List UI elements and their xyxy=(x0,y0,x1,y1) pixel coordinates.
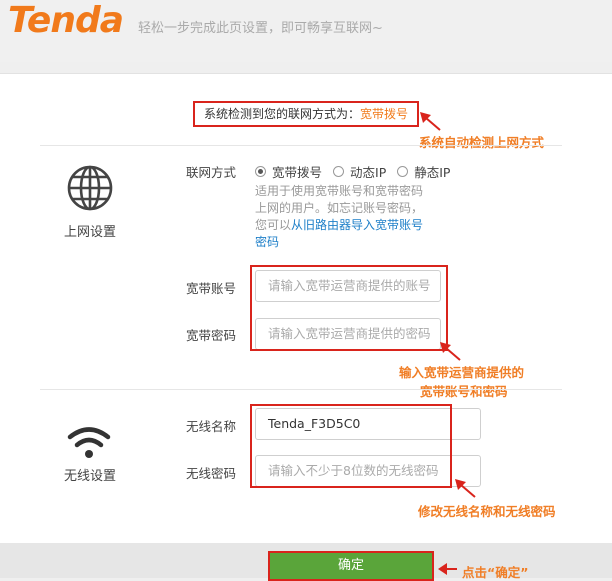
annotation-wireless: 修改无线名称和无线密码 xyxy=(418,504,556,519)
section-divider xyxy=(40,145,562,146)
detected-method: 宽带拨号 xyxy=(360,107,409,121)
pppoe-hint: 适用于使用宽带账号和宽带密码 上网的用户。如忘记账号密码， 您可以从旧路由器导入… xyxy=(255,184,424,249)
account-label: 宽带账号 xyxy=(186,281,237,296)
tenda-logo: Tenda xyxy=(8,0,124,41)
mode-label: 联网方式 xyxy=(186,165,237,180)
wireless-password-label: 无线密码 xyxy=(186,466,237,481)
section-divider xyxy=(40,389,562,390)
annotation-account-line2: 宽带账号和密码 xyxy=(420,384,508,399)
radio-dhcp[interactable]: 动态IP xyxy=(333,162,386,181)
confirm-button[interactable]: 确定 xyxy=(268,551,434,581)
radio-pppoe[interactable]: 宽带拨号 xyxy=(255,162,322,181)
radio-unchecked-icon[interactable] xyxy=(397,166,409,177)
annotation-arrow-confirm xyxy=(438,563,457,575)
annotation-arrow-wireless xyxy=(455,479,476,498)
internet-section-label: 上网设置 xyxy=(63,225,116,240)
radio-unchecked-icon[interactable] xyxy=(333,166,345,177)
password-label: 宽带密码 xyxy=(186,328,237,343)
annotation-arrow-account xyxy=(440,342,461,361)
annotation-arrow-detect xyxy=(420,112,441,131)
mode-radio-group: 宽带拨号 动态IP 静态IP xyxy=(255,162,461,181)
import-from-old-router-link[interactable]: 从旧路由器导入宽带账号 xyxy=(291,218,423,232)
wireless-section-label: 无线设置 xyxy=(63,469,116,484)
highlight-wireless-box xyxy=(250,404,452,488)
radio-checked-icon[interactable] xyxy=(255,166,266,177)
annotation-detect: 系统自动检测上网方式 xyxy=(419,135,545,150)
import-link-continued[interactable]: 密码 xyxy=(255,235,279,249)
annotation-account-line1: 输入宽带运营商提供的 xyxy=(399,365,525,380)
ssid-label: 无线名称 xyxy=(186,419,237,434)
highlight-account-box xyxy=(250,265,448,351)
wifi-icon xyxy=(67,427,111,458)
radio-static-ip[interactable]: 静态IP xyxy=(397,162,450,181)
header-tagline: 轻松一步完成此页设置，即可畅享互联网~ xyxy=(138,21,383,36)
detect-prefix: 系统检测到您的联网方式为： xyxy=(203,107,360,121)
detect-result: 系统检测到您的联网方式为：宽带拨号 xyxy=(193,101,419,127)
globe-icon xyxy=(67,165,113,211)
annotation-confirm: 点击“确定” xyxy=(462,565,529,580)
